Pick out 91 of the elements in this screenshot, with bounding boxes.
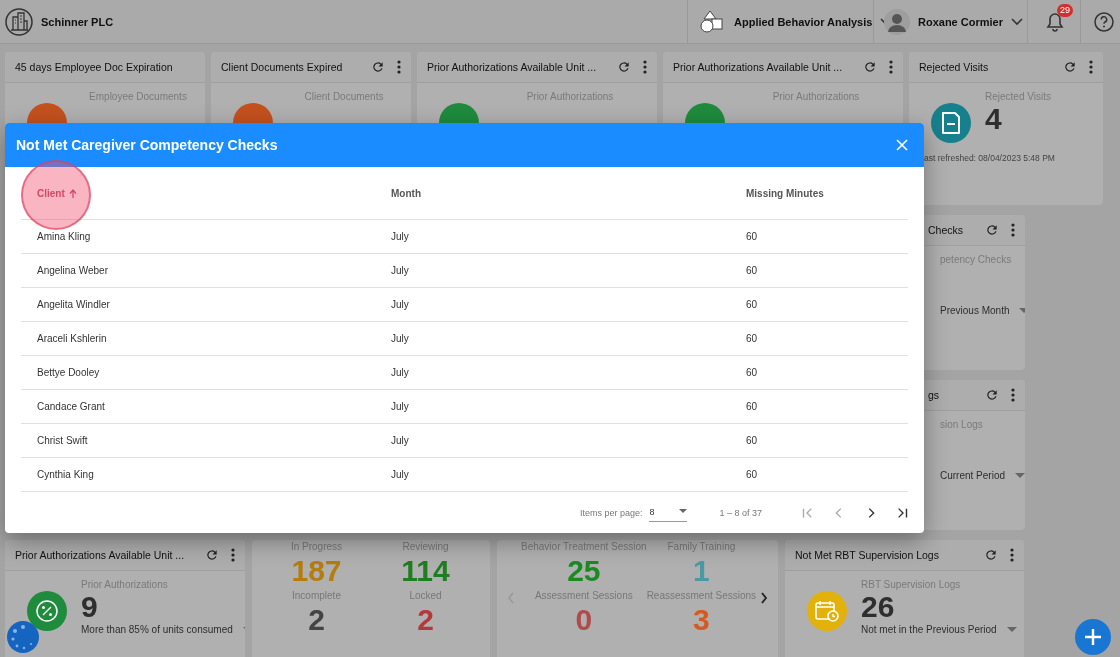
shapes-icon [698, 8, 726, 35]
metric-value: 9 [81, 590, 99, 624]
table-cell: July [391, 469, 409, 480]
table-cell: July [391, 435, 409, 446]
help-icon[interactable] [1094, 11, 1114, 32]
program-selector[interactable]: Applied Behavior Analysis [734, 15, 873, 28]
card-title: gs [928, 389, 941, 401]
stat-value: 1 [693, 553, 710, 589]
table-cell: Bettye Dooley [37, 367, 100, 378]
table-cell: Candace Grant [37, 401, 105, 412]
table-cell: 60 [746, 435, 758, 446]
period-dropdown[interactable]: Previous Month [940, 305, 1025, 316]
organization-name: Schinner PLC [41, 15, 114, 28]
table-cell: Cynthia King [37, 469, 94, 480]
more-options-icon[interactable] [1011, 388, 1015, 402]
dropdown-caret-icon[interactable] [1015, 472, 1025, 479]
user-menu[interactable]: Roxane Cormier [918, 15, 1003, 28]
card-title: Prior Authorizations Available Unit ... [673, 61, 844, 73]
more-options-icon[interactable] [1010, 548, 1014, 562]
table-cell: Araceli Kshlerin [37, 333, 107, 344]
card-title: Not Met RBT Supervision Logs [795, 549, 940, 561]
stat-value: 3 [693, 602, 710, 638]
card-title: Checks [928, 224, 964, 236]
card-title: Rejected Visits [919, 61, 990, 73]
refresh-icon[interactable] [863, 60, 877, 74]
refresh-icon[interactable] [985, 223, 999, 237]
chevron-right-icon[interactable] [760, 592, 768, 604]
more-options-icon[interactable] [889, 60, 893, 74]
chevron-down-icon[interactable] [1011, 17, 1023, 26]
loading-spinner-icon [6, 620, 40, 654]
refresh-icon[interactable] [984, 548, 998, 562]
table-cell: Angelita Windler [37, 299, 110, 310]
refresh-icon[interactable] [205, 548, 219, 562]
table-cell: July [391, 367, 409, 378]
more-options-icon[interactable] [643, 60, 647, 74]
table-cell: 60 [746, 367, 758, 378]
stat-value: 25 [567, 553, 601, 589]
table-cell: 60 [746, 469, 758, 480]
table-cell: July [391, 299, 409, 310]
table-cell: July [391, 333, 409, 344]
dropdown-caret-icon[interactable] [1006, 626, 1017, 633]
more-options-icon[interactable] [397, 60, 401, 74]
period-dropdown[interactable]: Not met in the Previous Period [861, 624, 1017, 635]
avatar-icon [884, 8, 910, 35]
page-size-select[interactable]: 8 [649, 503, 688, 522]
dropdown-caret-icon[interactable] [679, 509, 688, 514]
column-header[interactable]: Missing Minutes [746, 187, 824, 199]
table-cell: Christ Swift [37, 435, 88, 446]
notification-count-badge: 29 [1057, 3, 1073, 17]
close-icon[interactable] [896, 139, 908, 151]
table-cell: 60 [746, 333, 758, 344]
notification-bell-icon[interactable] [1046, 11, 1064, 32]
period-dropdown[interactable]: More than 85% of units consumed [81, 624, 245, 635]
more-options-icon[interactable] [231, 548, 235, 562]
last-refreshed-text: ast refreshed: 08/04/2023 5:48 PM [923, 153, 1056, 163]
stat-value: 187 [291, 553, 342, 589]
stat-value: 2 [308, 602, 325, 638]
stat-label: Incomplete [292, 589, 341, 602]
column-header[interactable]: Month [391, 187, 421, 199]
table-cell: Angelina Weber [37, 265, 108, 276]
table-cell: 60 [746, 299, 758, 310]
table-cell: 60 [746, 231, 758, 242]
stat-value: 0 [575, 602, 593, 638]
stat-value: 114 [401, 553, 450, 589]
items-per-page-label: Items per page: [579, 507, 643, 518]
refresh-icon[interactable] [617, 60, 631, 74]
table-cell: Amina Kling [37, 231, 91, 242]
table-cell: July [391, 265, 409, 276]
table-cell: 60 [746, 401, 758, 412]
card-title: Prior Authorizations Available Unit ... [15, 549, 186, 561]
table-cell: July [391, 401, 409, 412]
metric-value: 26 [861, 590, 896, 624]
building-logo-icon [5, 7, 33, 36]
metric-value: 4 [985, 102, 1003, 136]
card-title: 45 days Employee Doc Expiration [15, 61, 173, 73]
card-title: Prior Authorizations Available Unit ... [427, 61, 598, 73]
refresh-icon[interactable] [1063, 60, 1077, 74]
table-cell: 60 [746, 265, 758, 276]
stat-value: 2 [417, 602, 434, 638]
refresh-icon[interactable] [985, 388, 999, 402]
period-dropdown[interactable]: Current Period [940, 470, 1025, 481]
refresh-icon[interactable] [371, 60, 385, 74]
dropdown-caret-icon[interactable] [1019, 307, 1025, 314]
dialog-title: Not Met Caregiver Competency Checks [16, 137, 278, 153]
more-options-icon[interactable] [1089, 60, 1093, 74]
page-range-text: 1 – 8 of 37 [719, 507, 762, 518]
add-button-icon[interactable] [1075, 619, 1111, 655]
more-options-icon[interactable] [1011, 223, 1015, 237]
stat-label: Assessment Sessions [534, 589, 633, 602]
card-title: Client Documents Expired [221, 61, 344, 73]
table-cell: July [391, 231, 409, 242]
